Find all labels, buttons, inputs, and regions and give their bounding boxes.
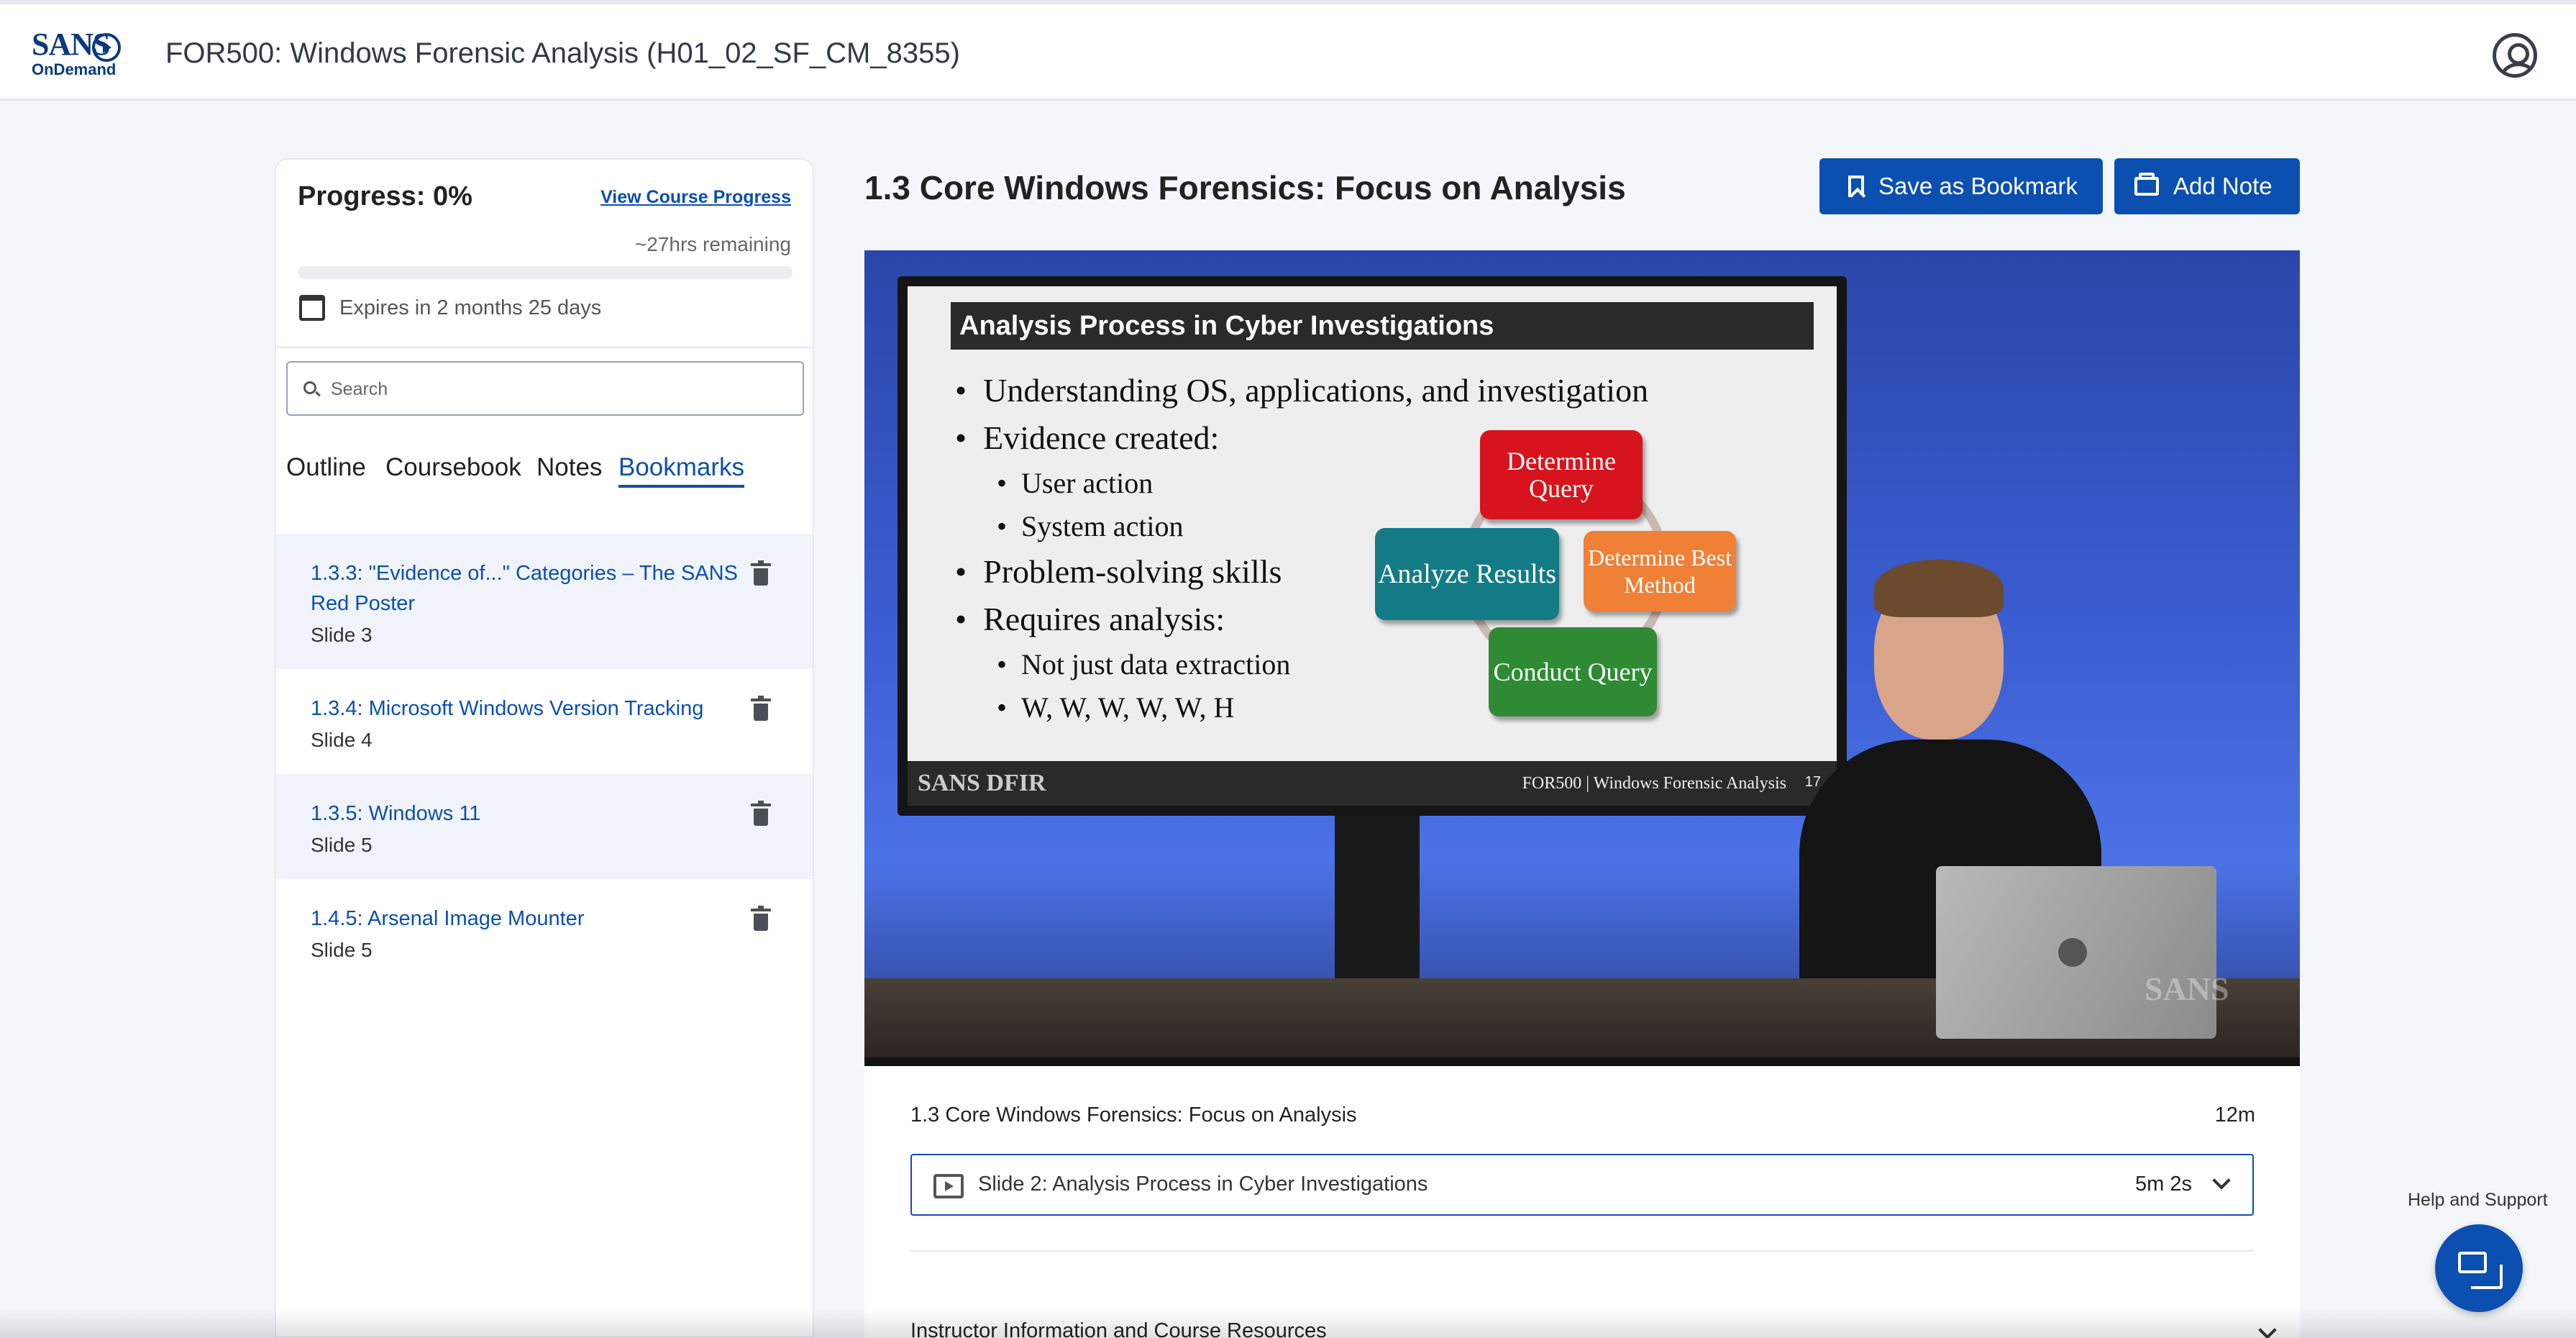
- tab-notes[interactable]: Notes: [536, 453, 602, 482]
- details-divider: [910, 1250, 2254, 1252]
- course-title: FOR500: Windows Forensic Analysis (H01_0…: [165, 37, 960, 69]
- add-note-button[interactable]: Add Note: [2114, 158, 2300, 214]
- play-circle-icon: [92, 33, 121, 62]
- slide-title: Analysis Process in Cyber Investigations: [951, 302, 1814, 350]
- slide-footer: SANS DFIR FOR500 | Windows Forensic Anal…: [908, 761, 1837, 806]
- video-icon: [933, 1174, 964, 1198]
- bookmark-item[interactable]: 1.4.5: Arsenal Image Mounter Slide 5: [276, 879, 813, 984]
- time-remaining: ~27hrs remaining: [634, 233, 791, 255]
- chevron-down-icon[interactable]: [2212, 1171, 2231, 1190]
- sans-dfir-logo: SANS DFIR: [918, 770, 1046, 796]
- lesson-duration: 12m: [2214, 1103, 2255, 1127]
- trash-icon[interactable]: [751, 801, 771, 826]
- monitor-stand: [1335, 816, 1420, 981]
- tab-outline[interactable]: Outline: [286, 453, 366, 482]
- presentation-slide: Analysis Process in Cyber Investigations…: [908, 286, 1837, 806]
- folder-icon: [2134, 173, 2159, 196]
- slide-footer-text: FOR500 | Windows Forensic Analysis: [1522, 774, 1786, 793]
- bookmark-title[interactable]: 1.4.5: Arsenal Image Mounter: [311, 904, 741, 934]
- bookmark-icon: [1848, 176, 1864, 197]
- bookmark-slide: Slide 5: [311, 834, 373, 856]
- slide-dropdown[interactable]: Slide 2: Analysis Process in Cyber Inves…: [910, 1154, 2254, 1216]
- bookmark-item[interactable]: 1.3.3: "Evidence of..." Categories – The…: [276, 534, 813, 669]
- laptop: [1936, 866, 2216, 1039]
- bookmark-slide: Slide 4: [311, 729, 373, 751]
- help-support-label: Help and Support: [2408, 1190, 2548, 1210]
- help-chat-button[interactable]: [2435, 1224, 2523, 1312]
- trash-icon[interactable]: [751, 560, 771, 586]
- save-bookmark-label: Save as Bookmark: [1878, 173, 2078, 199]
- laptop-logo-icon: [2058, 938, 2087, 967]
- search-box: [286, 361, 804, 416]
- video-watermark: SANS: [2145, 970, 2229, 1007]
- cycle-determine-method: Determine Best Method: [1584, 531, 1736, 611]
- presenter-hair: [1874, 560, 2004, 617]
- current-slide-duration: 5m 2s: [2135, 1173, 2192, 1196]
- sidebar-divider: [276, 347, 813, 348]
- lesson-details: 1.3 Core Windows Forensics: Focus on Ana…: [864, 1066, 2300, 1338]
- expiration-text: Expires in 2 months 25 days: [339, 296, 602, 319]
- video-bottom-bar: [864, 1057, 2300, 1066]
- slide-page-number: 17: [1804, 774, 1821, 790]
- search-icon: [303, 381, 316, 394]
- top-bar: SANS OnDemand FOR500: Windows Forensic A…: [0, 0, 2576, 101]
- cycle-determine-query: Determine Query: [1480, 430, 1643, 519]
- view-course-progress-link[interactable]: View Course Progress: [600, 187, 791, 208]
- analysis-cycle-diagram: Determine Query Determine Best Method Co…: [1375, 423, 1736, 725]
- tab-coursebook[interactable]: Coursebook: [385, 453, 521, 482]
- bookmark-title[interactable]: 1.3.4: Microsoft Windows Version Trackin…: [311, 693, 741, 724]
- presentation-monitor: Analysis Process in Cyber Investigations…: [898, 276, 1847, 816]
- bookmark-item[interactable]: 1.3.5: Windows 11 Slide 5: [276, 774, 813, 879]
- cycle-conduct-query: Conduct Query: [1489, 627, 1657, 716]
- chat-icon: [2458, 1252, 2503, 1289]
- sans-ondemand-logo[interactable]: SANS OnDemand: [32, 29, 125, 86]
- cycle-analyze-results: Analyze Results: [1375, 528, 1559, 620]
- resources-accordion-header[interactable]: Instructor Information and Course Resour…: [910, 1319, 1327, 1338]
- progress-label: Progress: 0%: [298, 181, 472, 211]
- bookmark-title[interactable]: 1.3.3: "Evidence of..." Categories – The…: [311, 558, 741, 619]
- add-note-label: Add Note: [2173, 173, 2273, 199]
- course-sidebar: Progress: 0% View Course Progress ~27hrs…: [275, 158, 814, 1338]
- save-bookmark-button[interactable]: Save as Bookmark: [1819, 158, 2103, 214]
- trash-icon[interactable]: [751, 696, 771, 721]
- bookmark-title[interactable]: 1.3.5: Windows 11: [311, 798, 741, 829]
- current-slide-label: Slide 2: Analysis Process in Cyber Inves…: [978, 1173, 1428, 1196]
- progress-bar: [298, 266, 793, 279]
- search-input[interactable]: [331, 373, 791, 406]
- slide-bullet: • Understanding OS, applications, and in…: [955, 372, 1649, 409]
- lesson-name: 1.3 Core Windows Forensics: Focus on Ana…: [910, 1103, 1357, 1127]
- chevron-down-icon[interactable]: [2258, 1321, 2277, 1338]
- bookmark-slide: Slide 5: [311, 939, 373, 961]
- user-circle-icon[interactable]: [2493, 33, 2537, 78]
- bookmark-slide: Slide 3: [311, 624, 373, 646]
- lesson-title: 1.3 Core Windows Forensics: Focus on Ana…: [864, 169, 1626, 206]
- bookmark-item[interactable]: 1.3.4: Microsoft Windows Version Trackin…: [276, 669, 813, 774]
- video-player[interactable]: Analysis Process in Cyber Investigations…: [864, 250, 2300, 1066]
- logo-text-bottom: OnDemand: [32, 60, 117, 78]
- calendar-icon: [299, 295, 325, 321]
- bookmark-list: 1.3.3: "Evidence of..." Categories – The…: [276, 534, 813, 984]
- trash-icon[interactable]: [751, 906, 771, 931]
- tab-bookmarks[interactable]: Bookmarks: [618, 453, 745, 488]
